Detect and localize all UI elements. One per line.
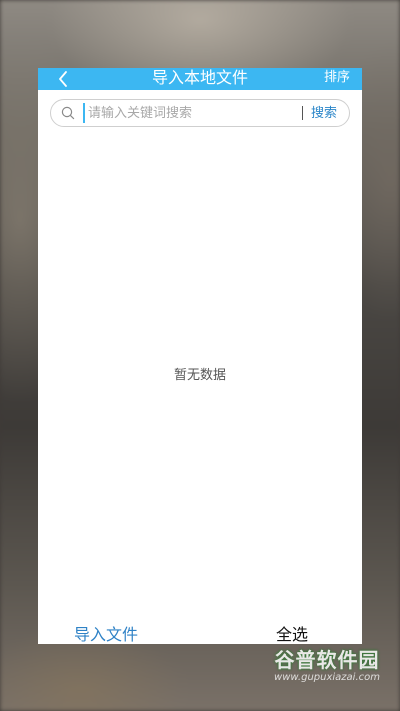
header-bar: 导入本地文件 排序 xyxy=(38,68,362,90)
site-watermark: 谷普软件园 www.gupuxiazai.com xyxy=(272,648,382,684)
search-button[interactable]: 搜索 xyxy=(311,104,337,124)
sort-button[interactable]: 排序 xyxy=(324,68,350,90)
search-divider xyxy=(302,106,303,120)
search-icon xyxy=(61,106,75,120)
select-all-button[interactable]: 全选 xyxy=(276,621,308,644)
import-files-button[interactable]: 导入文件 xyxy=(74,621,138,644)
empty-state-text: 暂无数据 xyxy=(173,368,226,383)
watermark-url: www.gupuxiazai.com xyxy=(274,672,380,683)
app-screen: 导入本地文件 排序 搜索 暂无数据 导入文件 全选 xyxy=(38,68,362,644)
back-button[interactable] xyxy=(52,68,74,90)
page-title: 导入本地文件 xyxy=(151,68,248,87)
chevron-left-icon xyxy=(59,71,67,87)
search-input[interactable] xyxy=(83,103,296,123)
search-bar: 搜索 xyxy=(50,99,350,127)
watermark-logo: 谷普软件园 xyxy=(274,648,380,672)
